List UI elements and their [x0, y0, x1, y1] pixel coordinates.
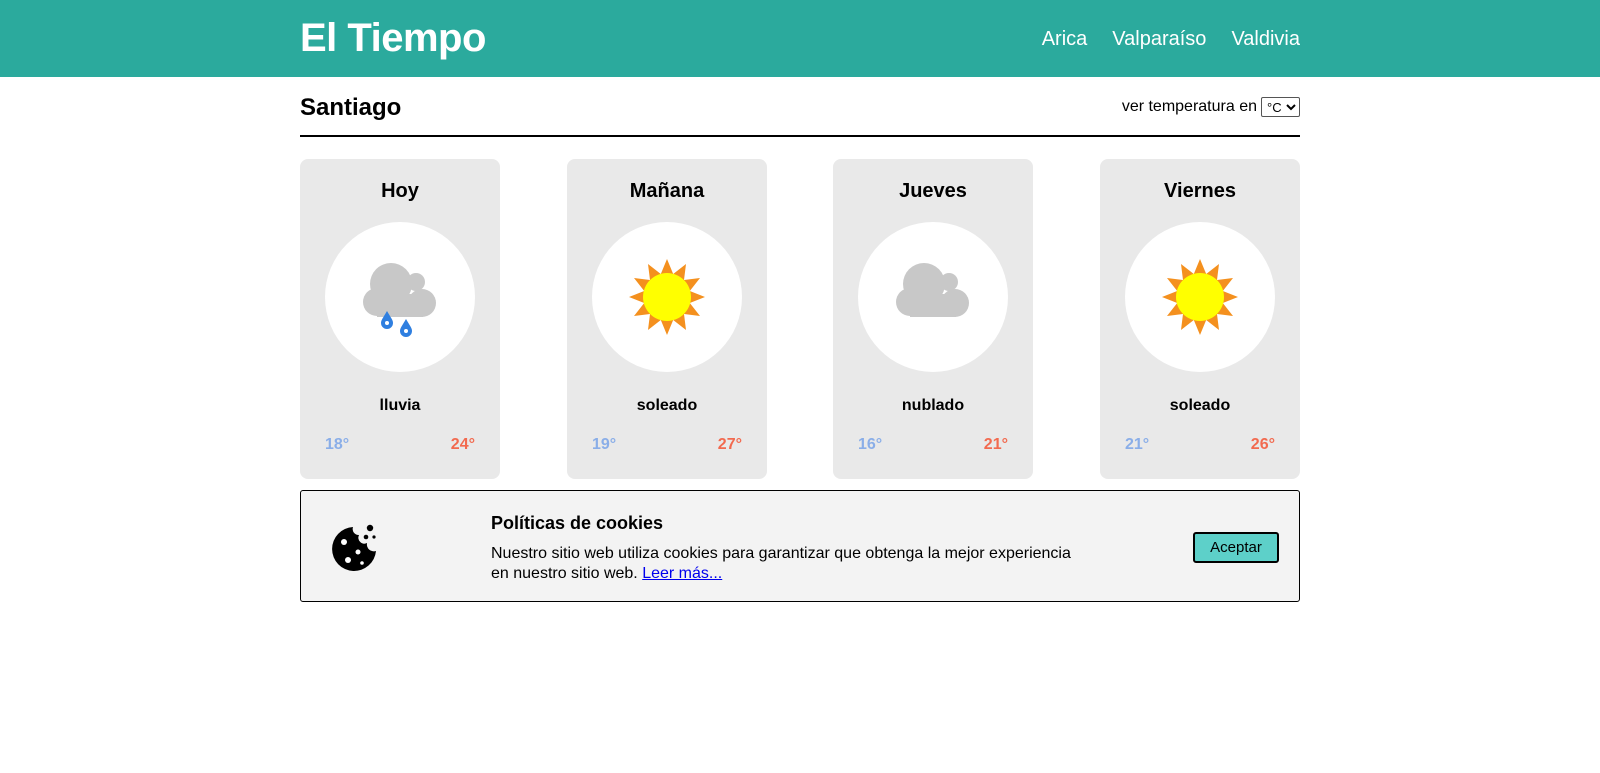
- cookie-message: Nuestro sitio web utiliza cookies para g…: [491, 545, 1071, 582]
- forecast-card: Jueves nublado 16° 21°: [833, 159, 1033, 479]
- temp-max: 26°: [1250, 436, 1275, 453]
- nav-link-valdivia[interactable]: Valdivia: [1231, 26, 1300, 52]
- sun-icon: [1125, 222, 1275, 372]
- cookie-text: Nuestro sitio web utiliza cookies para g…: [491, 544, 1091, 584]
- unit-label: ver temperatura en: [1121, 98, 1257, 115]
- forecast-day: Mañana: [629, 180, 705, 202]
- forecast-day: Viernes: [1164, 180, 1236, 202]
- site-header: El Tiempo Arica Valparaíso Valdivia: [0, 0, 1600, 77]
- sun-icon: [592, 222, 742, 372]
- cookie-title: Políticas de cookies: [491, 513, 664, 533]
- forecast-condition: soleado: [1169, 397, 1231, 414]
- forecast-card: Viernes soleado 21° 26°: [1100, 159, 1300, 479]
- accept-cookies-button[interactable]: Aceptar: [1193, 532, 1279, 563]
- forecast-condition: nublado: [901, 397, 965, 414]
- location-bar: Santiago ver temperatura en °C: [300, 90, 1300, 137]
- forecast-condition: soleado: [636, 397, 698, 414]
- cloud-icon: [858, 222, 1008, 372]
- city-nav: Arica Valparaíso Valdivia: [1042, 26, 1300, 52]
- nav-link-arica[interactable]: Arica: [1042, 26, 1088, 52]
- unit-select[interactable]: °C: [1261, 97, 1300, 117]
- rain-cloud-icon: [325, 222, 475, 372]
- temp-max: 21°: [983, 436, 1008, 453]
- temp-min: 19°: [592, 436, 617, 453]
- read-more-link[interactable]: Leer más...: [642, 565, 722, 582]
- cookie-banner: Políticas de cookies Nuestro sitio web u…: [300, 490, 1300, 602]
- forecast-day: Jueves: [899, 180, 967, 202]
- temp-max: 24°: [450, 436, 475, 453]
- forecast-card: Mañana soleado 19° 27°: [567, 159, 767, 479]
- unit-selector: ver temperatura en °C: [1122, 97, 1300, 117]
- cookie-icon: [329, 524, 379, 579]
- temp-min: 21°: [1125, 436, 1150, 453]
- temp-max: 27°: [717, 436, 742, 453]
- nav-link-valparaiso[interactable]: Valparaíso: [1112, 26, 1206, 52]
- site-title[interactable]: El Tiempo: [300, 13, 486, 63]
- forecast-day: Hoy: [381, 180, 419, 202]
- temp-min: 18°: [325, 436, 350, 453]
- forecast-card: Hoy lluvia 18° 24°: [300, 159, 500, 479]
- temp-min: 16°: [858, 436, 883, 453]
- city-name: Santiago: [300, 94, 402, 121]
- forecast-cards: Hoy lluvia 18° 24° Mañana soleado 19° 27…: [300, 159, 1300, 479]
- forecast-condition: lluvia: [379, 397, 421, 414]
